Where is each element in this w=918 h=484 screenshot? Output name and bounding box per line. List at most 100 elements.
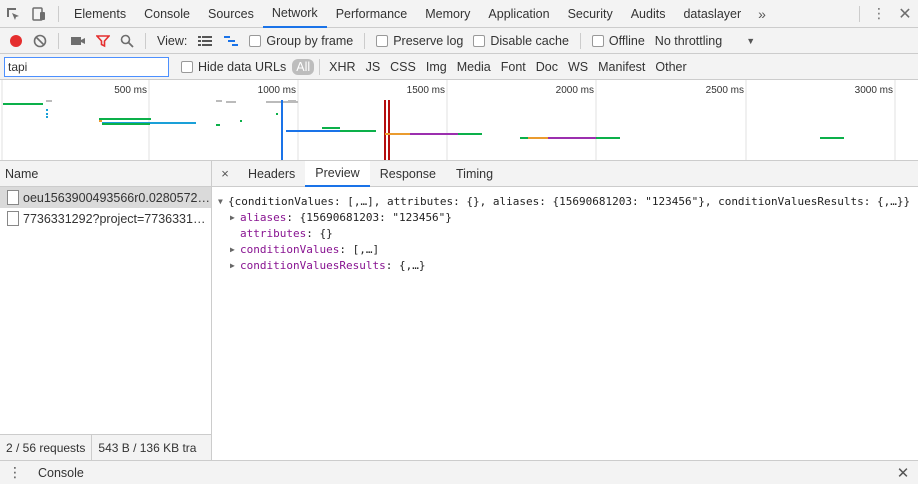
separator bbox=[859, 5, 860, 22]
devtools-tab-bar: Elements Console Sources Network Perform… bbox=[0, 0, 918, 28]
tick-label: 2000 ms bbox=[556, 85, 594, 96]
json-root-row[interactable]: ▼ {conditionValues: [,…], attributes: {}… bbox=[212, 193, 918, 209]
drawer-tab-console[interactable]: Console bbox=[30, 466, 92, 480]
separator bbox=[319, 58, 321, 75]
close-devtools-icon[interactable]: ✕ bbox=[892, 0, 918, 28]
type-filter-font[interactable]: Font bbox=[497, 59, 530, 75]
inspect-element-icon[interactable] bbox=[0, 0, 26, 28]
json-property-row[interactable]: ▶ conditionValues: [,…] bbox=[212, 241, 918, 257]
tab-sources[interactable]: Sources bbox=[199, 0, 263, 28]
json-key: aliases bbox=[240, 210, 287, 224]
filter-button[interactable] bbox=[91, 28, 115, 54]
triangle-right-icon: ▶ bbox=[230, 244, 235, 254]
type-filter-all[interactable]: All bbox=[292, 58, 315, 75]
preserve-log-checkbox[interactable]: Preserve log bbox=[371, 28, 468, 54]
json-property-row[interactable]: ▶ aliases: {15690681203: "123456"} bbox=[212, 209, 918, 225]
tab-preview[interactable]: Preview bbox=[305, 160, 370, 187]
checkbox-box bbox=[376, 34, 389, 47]
request-row[interactable]: oeu1563900493566r0.0280572… bbox=[0, 187, 211, 208]
group-by-frame-checkbox[interactable]: Group by frame bbox=[244, 28, 358, 54]
json-root-summary: {conditionValues: [,…], attributes: {}, … bbox=[228, 194, 911, 208]
transfer-size: 543 B / 136 KB tra bbox=[98, 440, 197, 455]
name-column-header[interactable]: Name bbox=[0, 161, 211, 187]
tab-console[interactable]: Console bbox=[135, 0, 199, 28]
file-icon bbox=[7, 211, 19, 226]
triangle-right-icon: ▶ bbox=[230, 212, 235, 222]
disable-cache-checkbox[interactable]: Disable cache bbox=[468, 28, 574, 54]
search-button[interactable] bbox=[115, 28, 139, 54]
more-tabs-button[interactable]: » bbox=[750, 6, 774, 22]
tab-performance[interactable]: Performance bbox=[327, 0, 417, 28]
checkbox-box bbox=[473, 34, 486, 47]
throttling-select[interactable]: No throttling ▼ bbox=[650, 28, 760, 54]
tab-elements[interactable]: Elements bbox=[65, 0, 135, 28]
record-button[interactable] bbox=[0, 28, 28, 54]
device-toolbar-icon[interactable] bbox=[26, 0, 52, 28]
kebab-menu-icon[interactable]: ⋮ bbox=[866, 0, 892, 28]
clear-button[interactable] bbox=[28, 28, 52, 54]
json-key: conditionValuesResults bbox=[240, 258, 386, 272]
offline-label: Offline bbox=[608, 33, 645, 48]
request-row[interactable]: 7736331292?project=7736331… bbox=[0, 208, 211, 229]
type-filter-media[interactable]: Media bbox=[453, 59, 495, 75]
json-key: conditionValues bbox=[240, 242, 340, 256]
type-filter-js[interactable]: JS bbox=[362, 59, 385, 75]
tick-label: 3000 ms bbox=[855, 85, 893, 96]
tab-headers[interactable]: Headers bbox=[238, 161, 305, 187]
filter-bar: Hide data URLs All XHR JS CSS Img Media … bbox=[0, 54, 918, 80]
json-property-row[interactable]: ▶ conditionValuesResults: {,…} bbox=[212, 257, 918, 273]
json-value: {,…} bbox=[398, 258, 426, 272]
separator bbox=[579, 32, 581, 49]
type-filter-manifest[interactable]: Manifest bbox=[594, 59, 649, 75]
separator bbox=[58, 32, 59, 49]
json-preview: ▼ {conditionValues: [,…], attributes: {}… bbox=[212, 187, 918, 273]
checkbox-box bbox=[181, 60, 193, 73]
json-value: {15690681203: "123456"} bbox=[299, 210, 452, 224]
request-detail-panel: × Headers Preview Response Timing ▼ {con… bbox=[212, 160, 918, 460]
network-toolbar: View: Group by frame Preserve log Disabl… bbox=[0, 28, 918, 54]
chevron-down-icon: ▼ bbox=[746, 35, 756, 46]
json-key: attributes bbox=[240, 226, 307, 240]
separator bbox=[364, 32, 366, 49]
type-filter-css[interactable]: CSS bbox=[386, 59, 420, 75]
view-label: View: bbox=[157, 33, 188, 48]
request-name: oeu1563900493566r0.0280572… bbox=[23, 190, 210, 205]
checkbox-box bbox=[249, 34, 262, 47]
tab-application[interactable]: Application bbox=[479, 0, 558, 28]
tick-label: 500 ms bbox=[114, 85, 147, 96]
separator bbox=[58, 5, 59, 22]
offline-checkbox[interactable]: Offline bbox=[587, 28, 650, 54]
request-name: 7736331292?project=7736331… bbox=[23, 211, 206, 226]
tab-response[interactable]: Response bbox=[370, 161, 446, 187]
tab-network[interactable]: Network bbox=[262, 0, 327, 28]
file-icon bbox=[7, 190, 19, 205]
hide-data-urls-checkbox[interactable]: Hide data URLs bbox=[176, 54, 291, 80]
tab-memory[interactable]: Memory bbox=[416, 0, 479, 28]
tab-timing[interactable]: Timing bbox=[446, 161, 503, 187]
network-overview-timeline[interactable]: 500 ms 1000 ms 1500 ms 2000 ms 2500 ms 3… bbox=[0, 80, 918, 161]
tab-security[interactable]: Security bbox=[559, 0, 622, 28]
type-filter-xhr[interactable]: XHR bbox=[325, 59, 359, 75]
hide-data-urls-label: Hide data URLs bbox=[198, 59, 287, 74]
checkbox-box bbox=[591, 34, 604, 47]
large-rows-button[interactable] bbox=[192, 28, 218, 54]
json-value: [,…] bbox=[352, 242, 380, 256]
drawer-menu-icon[interactable]: ⋮ bbox=[0, 464, 30, 481]
tab-audits[interactable]: Audits bbox=[622, 0, 675, 28]
waterfall-view-button[interactable] bbox=[218, 28, 244, 54]
type-filter-img[interactable]: Img bbox=[422, 59, 451, 75]
type-filter-other[interactable]: Other bbox=[651, 59, 690, 75]
network-status-bar: 2 / 56 requests 543 B / 136 KB tra bbox=[0, 434, 211, 460]
close-detail-icon[interactable]: × bbox=[212, 166, 238, 181]
tab-dataslayer[interactable]: dataslayer bbox=[674, 0, 750, 28]
close-drawer-icon[interactable]: ✕ bbox=[888, 464, 918, 482]
filter-icon bbox=[96, 34, 110, 47]
filter-input[interactable] bbox=[4, 56, 169, 77]
json-value: {} bbox=[319, 226, 333, 240]
overview-chart: 500 ms 1000 ms 1500 ms 2000 ms 2500 ms 3… bbox=[1, 80, 896, 160]
type-filter-doc[interactable]: Doc bbox=[532, 59, 562, 75]
type-filter-ws[interactable]: WS bbox=[564, 59, 592, 75]
screenshot-button[interactable] bbox=[65, 28, 91, 54]
network-split-view: Name oeu1563900493566r0.0280572… 7736331… bbox=[0, 160, 918, 460]
list-icon bbox=[198, 35, 213, 46]
